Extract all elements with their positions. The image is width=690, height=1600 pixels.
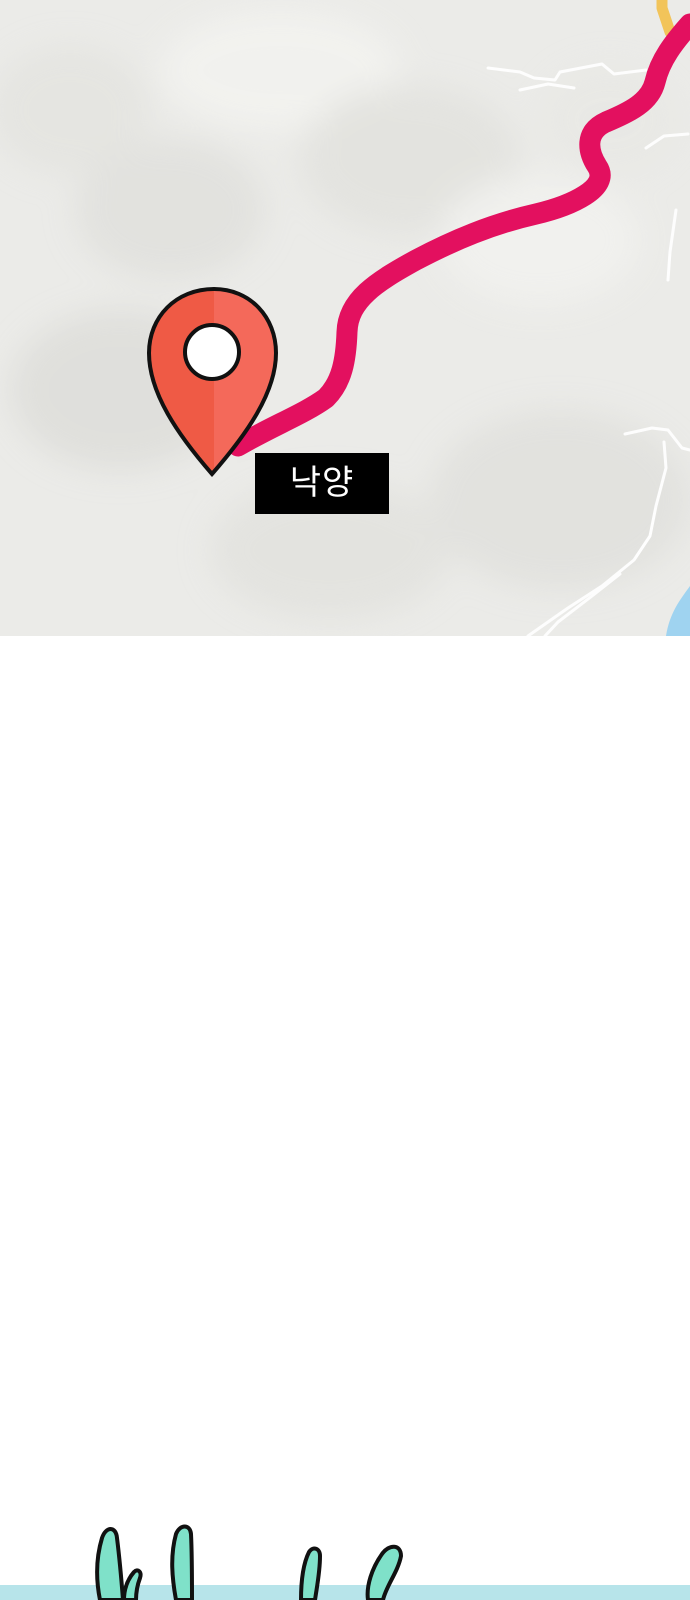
map-panel: 낙양 bbox=[0, 0, 690, 636]
bottom-illustration bbox=[0, 1524, 690, 1600]
blank-space bbox=[0, 636, 690, 1536]
map-illustration bbox=[0, 0, 690, 636]
location-label: 낙양 bbox=[255, 453, 389, 514]
bottom-scene bbox=[0, 1520, 690, 1600]
